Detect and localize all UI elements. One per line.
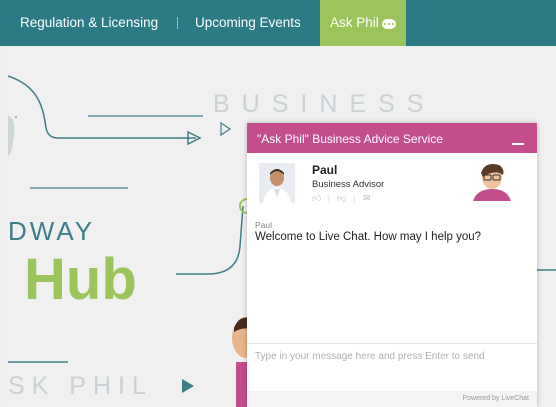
chat-footer: Powered by LiveChat xyxy=(247,391,537,407)
nav-upcoming-events[interactable]: Upcoming Events xyxy=(195,0,301,46)
rating-separator: | xyxy=(327,193,330,203)
chat-title: "Ask Phil" Business Advice Service xyxy=(257,132,443,146)
thumbs-up-icon[interactable]: 👍︎ xyxy=(312,193,321,204)
agent-info-panel: Paul Business Advisor 👍︎ | 👎︎ | ✉ xyxy=(247,153,537,209)
chat-message-input[interactable]: Type in your message here and press Ente… xyxy=(255,351,525,381)
powered-by-label[interactable]: Powered by LiveChat xyxy=(462,395,529,402)
nav-ask-phil-label: Ask Phil xyxy=(330,0,396,46)
chat-messages: Paul Welcome to Live Chat. How may I hel… xyxy=(247,209,537,343)
message-text: Welcome to Live Chat. How may I help you… xyxy=(255,231,482,243)
top-navigation-bar: Regulation & Licensing Upcoming Events A… xyxy=(0,0,556,46)
message-author: Paul xyxy=(255,220,273,230)
chat-bubble-icon xyxy=(381,19,396,29)
minimize-icon[interactable] xyxy=(512,143,524,145)
ask-phil-heading: SK PHIL xyxy=(8,372,153,400)
chat-header[interactable]: "Ask Phil" Business Advice Service xyxy=(247,123,537,153)
agent-name: Paul xyxy=(312,163,338,177)
thumbs-down-icon[interactable]: 👎︎ xyxy=(337,193,346,204)
broadway-heading-fragment: DWAY xyxy=(8,216,96,246)
hub-heading: Hub xyxy=(24,247,137,312)
rating-separator: | xyxy=(353,193,356,203)
agent-role: Business Advisor xyxy=(312,179,385,190)
live-chat-widget: "Ask Phil" Business Advice Service Paul … xyxy=(247,123,537,407)
nav-regulation-licensing[interactable]: Regulation & Licensing xyxy=(20,0,158,46)
business-heading: BUSINESS xyxy=(213,90,436,118)
cartoon-avatar-icon xyxy=(469,161,515,201)
email-transcript-icon[interactable]: ✉ xyxy=(363,193,371,204)
agent-photo xyxy=(259,163,295,203)
nav-separator xyxy=(177,17,178,29)
nav-ask-phil[interactable]: Ask Phil xyxy=(320,0,406,46)
chat-divider xyxy=(247,343,537,344)
